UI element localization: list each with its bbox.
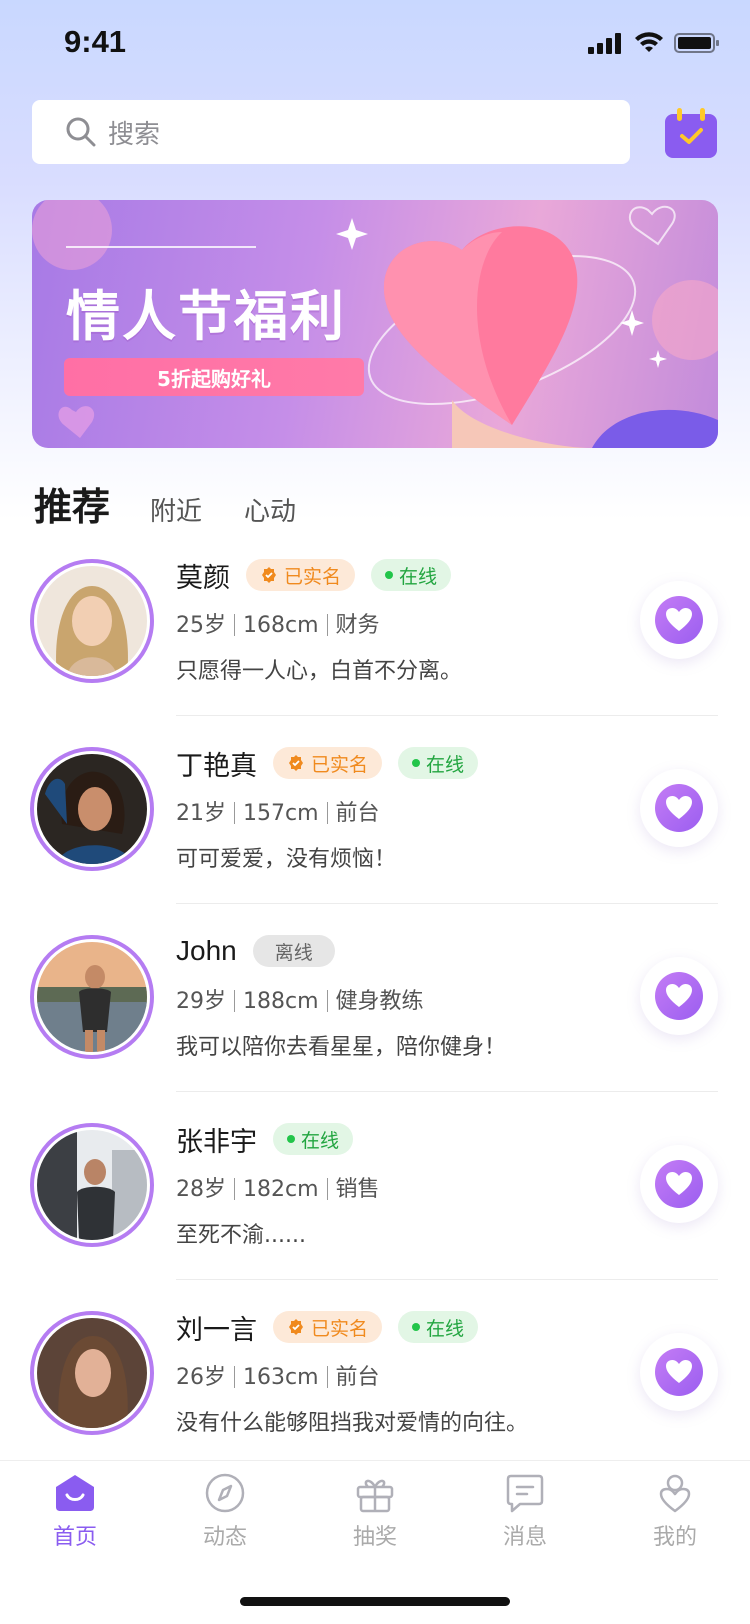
list-item[interactable]: 丁艳真 已实名 在线 21岁 157cm 前台 可可爱爱，没有烦恼！ [0, 733, 750, 921]
message-icon [506, 1474, 544, 1513]
like-button[interactable] [640, 769, 718, 847]
avatar-photo [37, 754, 147, 864]
avatar[interactable] [30, 1311, 154, 1435]
avatar-photo [37, 1130, 147, 1240]
home-icon [56, 1475, 94, 1511]
user-info: 29岁 188cm 健身教练 [176, 989, 424, 1014]
user-info: 25岁 168cm 财务 [176, 613, 380, 638]
banner-arrow-line [66, 246, 256, 248]
verified-icon [289, 755, 303, 771]
divider [176, 1091, 718, 1092]
signal-icon [588, 33, 621, 54]
tab-profile[interactable]: 我的 [625, 1473, 725, 1551]
divider [176, 903, 718, 904]
user-info: 21岁 157cm 前台 [176, 801, 380, 826]
tab-recommend[interactable]: 推荐 [34, 476, 110, 531]
tab-nearby[interactable]: 附近 [150, 491, 202, 528]
heart-icon [666, 796, 692, 819]
user-name: 刘一言 [176, 1314, 257, 1346]
tab-label: 动态 [202, 1525, 247, 1550]
checkin-calendar-button[interactable] [665, 108, 717, 158]
avatar-photo [37, 1318, 147, 1428]
verified-badge: 已实名 [246, 559, 356, 591]
like-button[interactable] [640, 581, 718, 659]
list-item[interactable]: 张非宇 在线 28岁 182cm 销售 至死不渝...... [0, 1109, 750, 1297]
user-motto: 我可以陪你去看星星，陪你健身！ [176, 1035, 507, 1060]
search-input[interactable]: 搜索 [32, 100, 630, 164]
user-info: 26岁 163cm 前台 [176, 1365, 380, 1390]
user-motto: 至死不渝...... [176, 1223, 306, 1248]
gift-icon [356, 1479, 394, 1513]
user-motto: 只愿得一人心，白首不分离。 [176, 659, 463, 684]
home-indicator[interactable] [240, 1597, 510, 1606]
user-name: 丁艳真 [176, 750, 257, 782]
user-motto: 没有什么能够阻挡我对爱情的向往。 [176, 1411, 529, 1436]
banner-subtitle: 5折起购好礼 [64, 358, 364, 396]
online-badge: 在线 [273, 1123, 354, 1155]
avatar[interactable] [30, 559, 154, 683]
tab-home[interactable]: 首页 [25, 1473, 125, 1551]
status-time: 9:41 [64, 24, 127, 59]
tab-label: 我的 [652, 1525, 697, 1550]
user-name: 张非宇 [176, 1126, 257, 1158]
tab-label: 消息 [502, 1525, 547, 1550]
heart-icon [666, 1172, 692, 1195]
like-button[interactable] [640, 957, 718, 1035]
like-button[interactable] [640, 1333, 718, 1411]
heart-icon [666, 984, 692, 1007]
divider [176, 1279, 718, 1280]
list-item[interactable]: 莫颜 已实名 在线 25岁 168cm 财务 只愿得一人心，白首不分离。 [0, 545, 750, 733]
verified-badge: 已实名 [273, 747, 383, 779]
compass-icon [205, 1473, 245, 1513]
heart-icon [666, 1360, 692, 1383]
user-motto: 可可爱爱，没有烦恼！ [176, 847, 397, 872]
battery-icon [674, 33, 719, 53]
verified-icon [262, 567, 276, 583]
user-info: 28岁 182cm 销售 [176, 1177, 380, 1202]
list-item[interactable]: John 离线 29岁 188cm 健身教练 我可以陪你去看星星，陪你健身！ [0, 921, 750, 1109]
verified-badge: 已实名 [273, 1311, 383, 1343]
user-name: John [176, 935, 237, 966]
online-badge: 在线 [371, 559, 452, 591]
calendar-check-icon [665, 108, 717, 158]
online-badge: 在线 [398, 747, 479, 779]
tab-heartbeat[interactable]: 心动 [244, 491, 296, 528]
banner-title: 情人节福利 [66, 285, 346, 348]
list-item[interactable]: 刘一言 已实名 在线 26岁 163cm 前台 没有什么能够阻挡我对爱情的向往。 [0, 1297, 750, 1485]
search-icon [66, 117, 96, 147]
category-tabs: 推荐 附近 心动 [34, 476, 338, 531]
online-badge: 在线 [398, 1311, 479, 1343]
heart-icon [666, 608, 692, 631]
user-name: 莫颜 [176, 562, 230, 594]
avatar[interactable] [30, 747, 154, 871]
avatar[interactable] [30, 1123, 154, 1247]
tab-feed[interactable]: 动态 [175, 1473, 275, 1551]
tab-lottery[interactable]: 抽奖 [325, 1473, 425, 1551]
avatar-photo [37, 566, 147, 676]
tab-label: 抽奖 [352, 1525, 397, 1550]
search-placeholder: 搜索 [108, 119, 161, 150]
offline-badge: 离线 [252, 935, 335, 967]
promo-banner[interactable]: 情人节福利 5折起购好礼 [32, 200, 718, 448]
status-icons [588, 32, 720, 54]
status-bar: 9:41 [0, 0, 750, 90]
avatar-photo [37, 942, 147, 1052]
profile-icon [659, 1474, 691, 1513]
divider [176, 715, 718, 716]
avatar[interactable] [30, 935, 154, 1059]
verified-icon [289, 1319, 303, 1335]
like-button[interactable] [640, 1145, 718, 1223]
tab-messages[interactable]: 消息 [475, 1473, 575, 1551]
wifi-icon [635, 32, 663, 52]
tab-label: 首页 [52, 1525, 97, 1550]
